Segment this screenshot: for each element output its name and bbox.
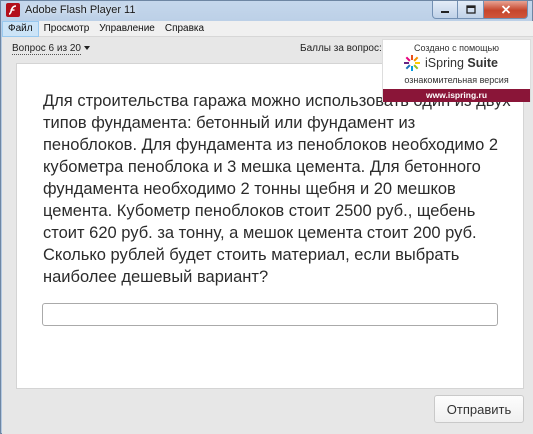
submit-button[interactable]: Отправить — [434, 395, 524, 423]
flash-icon — [6, 3, 20, 17]
question-selector-label: Вопрос 6 из 20 — [12, 43, 81, 55]
menu-bar: Файл Просмотр Управление Справка — [2, 20, 533, 37]
title-bar[interactable]: Adobe Flash Player 11 — [1, 1, 532, 21]
watermark-brand-product: Suite — [467, 56, 498, 70]
menu-file[interactable]: Файл — [2, 20, 39, 37]
caption-buttons — [432, 1, 528, 19]
ispring-watermark[interactable]: Создано с помощью iSpring Suite ознакоми… — [382, 39, 531, 102]
close-icon — [501, 5, 510, 14]
watermark-trial-note: ознакомительная версия — [404, 75, 509, 85]
minimize-button[interactable] — [432, 1, 458, 19]
menu-help[interactable]: Справка — [160, 21, 209, 37]
watermark-brand-name: iSpring — [425, 56, 464, 70]
maximize-button[interactable] — [458, 1, 484, 19]
question-card: Для строительства гаража можно использов… — [16, 63, 524, 389]
answer-input[interactable] — [42, 303, 498, 326]
menu-view[interactable]: Просмотр — [39, 21, 95, 37]
minimize-icon — [441, 10, 449, 13]
score-label: Баллы за вопрос: — [300, 43, 382, 54]
close-button[interactable] — [484, 1, 528, 19]
app-window: Adobe Flash Player 11 Файл Просмотр Упра… — [0, 0, 533, 434]
menu-control[interactable]: Управление — [94, 21, 160, 37]
question-text: Для строительства гаража можно использов… — [43, 92, 511, 286]
question-selector[interactable]: Вопрос 6 из 20 — [12, 43, 90, 55]
maximize-icon — [465, 5, 476, 14]
chevron-down-icon — [83, 46, 90, 51]
watermark-brand: iSpring Suite — [425, 56, 498, 70]
window-title: Adobe Flash Player 11 — [25, 4, 136, 16]
watermark-created-with: Создано с помощью — [414, 43, 499, 53]
ispring-logo-icon — [404, 55, 420, 71]
watermark-url[interactable]: www.ispring.ru — [383, 89, 530, 102]
